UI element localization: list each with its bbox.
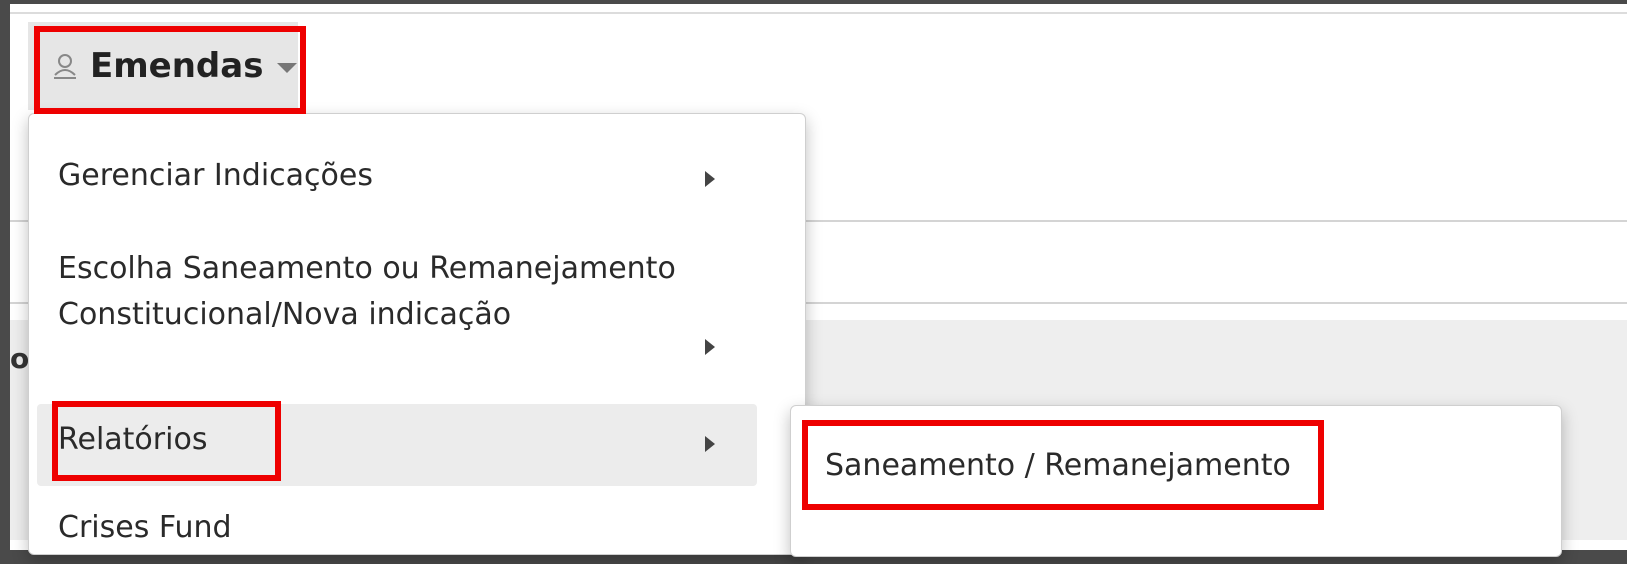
- chevron-right-icon: [705, 339, 715, 355]
- submenu-item-label: Saneamento / Remanejamento: [825, 448, 1291, 483]
- submenu-item-saneamento-remanejamento[interactable]: Saneamento / Remanejamento: [805, 426, 1325, 506]
- emendas-menu-button[interactable]: Emendas: [28, 22, 298, 110]
- menu-item-label: Gerenciar Indicações: [58, 158, 373, 193]
- menu-item-label: Crises Fund: [58, 510, 232, 545]
- chevron-right-icon: [705, 436, 715, 452]
- menu-item-relatorios[interactable]: Relatórios: [37, 404, 757, 486]
- user-icon: [54, 54, 76, 79]
- caret-down-icon: [277, 63, 298, 73]
- divider: [10, 12, 1627, 14]
- chevron-right-icon: [705, 171, 715, 187]
- menu-item-label: Escolha Saneamento ou Remanejamento Cons…: [58, 251, 676, 332]
- relatorios-submenu: Saneamento / Remanejamento: [790, 405, 1562, 557]
- emendas-dropdown-menu: Gerenciar Indicações Escolha Saneamento …: [28, 113, 806, 555]
- partial-background-text: o: [10, 342, 30, 375]
- menu-item-gerenciar-indicacoes[interactable]: Gerenciar Indicações: [29, 144, 805, 214]
- emendas-menu-label: Emendas: [90, 46, 264, 86]
- menu-item-label: Relatórios: [58, 422, 208, 457]
- menu-item-escolha-saneamento[interactable]: Escolha Saneamento ou Remanejamento Cons…: [29, 234, 805, 384]
- menu-item-partial[interactable]: Crises Fund: [29, 504, 805, 564]
